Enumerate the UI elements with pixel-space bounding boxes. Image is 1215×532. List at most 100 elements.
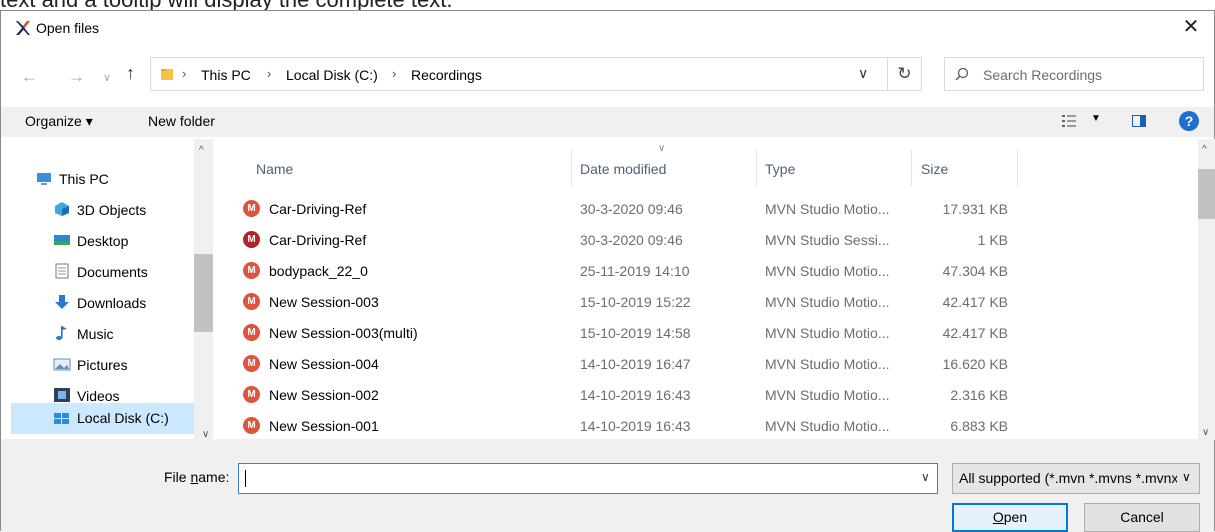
mvn-file-icon: M	[243, 293, 260, 310]
column-divider[interactable]	[1017, 150, 1018, 186]
mvn-file-icon: M	[243, 262, 260, 279]
file-name: Car-Driving-Ref	[269, 201, 367, 217]
nav-item-3d-objects[interactable]: 3D Objects	[53, 196, 213, 224]
drive-icon	[54, 413, 69, 424]
file-name-label-part: ame:	[198, 469, 230, 485]
close-icon[interactable]: ✕	[1168, 11, 1214, 43]
file-size: 16.620 KB	[942, 356, 1008, 372]
file-row[interactable]: M New Session-004 14-10-2019 16:47 MVN Stud…	[233, 349, 1193, 380]
file-type-filter-select[interactable]: All supported (*.mvn *.mvns *.mvnx *.c3d…	[952, 463, 1200, 494]
file-date: 14-10-2019 16:47	[580, 356, 691, 372]
file-type: MVN Studio Motio...	[765, 325, 890, 341]
xsens-logo-icon	[16, 21, 30, 35]
cancel-button[interactable]: Cancel	[1084, 503, 1200, 532]
file-list-scroll-up-icon[interactable]: ^	[1202, 144, 1207, 155]
nav-item-this-pc[interactable]: This PC	[35, 165, 213, 193]
column-divider[interactable]	[756, 150, 757, 186]
nav-label: Documents	[77, 264, 148, 280]
open-accelerator: O	[992, 509, 1004, 525]
sort-indicator-icon: ∨	[658, 143, 666, 154]
preview-pane-icon[interactable]	[1132, 115, 1146, 127]
file-row[interactable]: M New Session-003 15-10-2019 15:22 MVN Stud…	[233, 287, 1193, 318]
view-dropdown-icon[interactable]: ▼	[1091, 113, 1101, 124]
file-row[interactable]: M New Session-003(multi) 15-10-2019 14:58 M…	[233, 318, 1193, 349]
file-size: 1 KB	[977, 232, 1008, 248]
file-type: MVN Studio Motio...	[765, 263, 890, 279]
folder-icon	[161, 69, 173, 80]
column-header-type[interactable]: Type	[765, 161, 795, 177]
nav-label: This PC	[59, 171, 109, 187]
window-title: Open files	[36, 20, 100, 36]
search-placeholder: Search Recordings	[983, 67, 1103, 83]
refresh-icon[interactable]: ↻	[888, 57, 922, 91]
file-list-scrollbar-thumb[interactable]	[1198, 169, 1215, 219]
nav-label: Videos	[77, 388, 120, 404]
background-caption: text and a tooltip will display the comp…	[0, 0, 1215, 10]
help-icon[interactable]: ?	[1179, 111, 1199, 131]
recent-locations-chevron-icon[interactable]: ∨	[103, 71, 111, 84]
file-row[interactable]: Mbodypack_22_0 25-11-2019 14:10 MVN Studio…	[233, 256, 1193, 287]
nav-item-music[interactable]: Music	[53, 320, 213, 348]
file-size: 2.316 KB	[950, 387, 1008, 403]
nav-item-local-disk[interactable]: Local Disk (C:)	[11, 403, 194, 434]
file-date: 15-10-2019 14:58	[580, 325, 691, 341]
open-button[interactable]: Open	[952, 503, 1068, 532]
breadcrumb-this-pc[interactable]: This PC	[201, 67, 251, 83]
videos-icon	[54, 388, 70, 402]
file-type: MVN Studio Motio...	[765, 356, 890, 372]
new-folder-button[interactable]: New folder	[148, 113, 215, 129]
file-date: 30-3-2020 09:46	[580, 201, 683, 217]
column-divider[interactable]	[571, 150, 572, 186]
nav-item-downloads[interactable]: Downloads	[53, 289, 213, 317]
open-label: pen	[1003, 509, 1028, 525]
file-name-dropdown-icon[interactable]: ∨	[921, 470, 930, 484]
nav-scrollbar-thumb[interactable]	[194, 254, 213, 332]
address-bar[interactable]: › This PC › Local Disk (C:) › Recordings	[150, 57, 888, 91]
music-icon	[56, 326, 67, 340]
file-name-input[interactable]: ∨	[238, 463, 938, 494]
nav-item-desktop[interactable]: Desktop	[53, 227, 213, 255]
file-date: 14-10-2019 16:43	[580, 418, 691, 434]
file-type: MVN Studio Motio...	[765, 418, 890, 434]
open-files-dialog: Open files ✕ ← → ∨ ↑ › This PC › Local D…	[0, 10, 1215, 532]
file-size: 42.417 KB	[942, 325, 1008, 341]
column-divider[interactable]	[911, 150, 912, 186]
navigation-pane: This PC 3D Objects Desktop Documents Dow…	[1, 139, 213, 439]
breadcrumb-separator-icon: ›	[267, 66, 272, 81]
address-dropdown-icon[interactable]: ∨	[858, 65, 868, 82]
file-date: 25-11-2019 14:10	[580, 263, 690, 279]
column-header-date[interactable]: Date modified	[580, 161, 666, 177]
downloads-icon	[55, 295, 69, 309]
change-view-icon[interactable]	[1061, 113, 1077, 129]
file-type: MVN Studio Motio...	[765, 294, 890, 310]
breadcrumb-recordings[interactable]: Recordings	[411, 67, 482, 83]
background-caption-text: text and a tooltip will display the comp…	[0, 0, 452, 10]
file-date: 15-10-2019 15:22	[580, 294, 691, 310]
mvn-file-icon: M	[243, 200, 260, 217]
file-date: 30-3-2020 09:46	[580, 232, 683, 248]
forward-arrow-icon[interactable]: →	[68, 67, 85, 87]
nav-item-pictures[interactable]: Pictures	[53, 351, 213, 379]
pictures-icon	[53, 358, 71, 371]
nav-scroll-up-icon[interactable]: ^	[199, 145, 204, 156]
nav-item-documents[interactable]: Documents	[53, 258, 213, 286]
up-arrow-icon[interactable]: ↑	[126, 63, 135, 84]
file-list-scroll-down-icon[interactable]: ∨	[1202, 427, 1209, 438]
file-row[interactable]: M Car-Driving-Ref 30-3-2020 09:46 MVN Studi…	[233, 225, 1193, 256]
nav-label: Music	[77, 326, 114, 342]
file-row[interactable]: M New Session-002 14-10-2019 16:43 MVN Stud…	[233, 380, 1193, 411]
filter-dropdown-icon[interactable]: ∨	[1182, 470, 1191, 484]
column-header-size[interactable]: Size	[921, 161, 948, 177]
breadcrumb-local-disk[interactable]: Local Disk (C:)	[286, 67, 378, 83]
organize-button[interactable]: Organize ▾	[25, 113, 93, 130]
mvn-file-icon: M	[243, 386, 260, 403]
file-type-filter-value: All supported (*.mvn *.mvns *.mvnx *.c3d…	[959, 470, 1177, 486]
file-row[interactable]: M New Session-001 14-10-2019 16:43 MVN Stud…	[233, 411, 1193, 442]
toolbar: Organize ▾ New folder ▼ ?	[1, 107, 1214, 137]
column-header-name[interactable]: Name	[256, 161, 293, 177]
title-bar: Open files ✕	[1, 11, 1214, 43]
pc-icon	[37, 173, 51, 185]
back-arrow-icon[interactable]: ←	[21, 67, 38, 87]
file-row[interactable]: M Car-Driving-Ref 30-3-2020 09:46 MVN Studi…	[233, 194, 1193, 225]
search-input[interactable]: Search Recordings	[944, 57, 1204, 91]
